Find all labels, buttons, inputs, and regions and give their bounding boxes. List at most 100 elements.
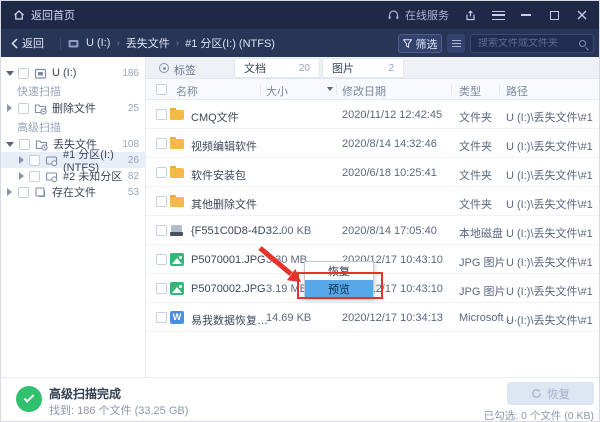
checkbox[interactable] [156,167,167,178]
column-header-path[interactable]: 路径 [506,83,528,99]
feedback-button[interactable] [463,8,477,22]
minimize-button[interactable] [519,8,533,22]
file-path: U (I:)\丢失文件\#1 分… [506,225,596,241]
close-button[interactable] [575,8,589,22]
expand-arrow-icon[interactable] [19,172,24,180]
tree-item-partition2[interactable]: #2 未知分区 82 [1,168,146,184]
breadcrumb-drive[interactable]: U (I:) [86,37,110,49]
funnel-icon [403,39,412,48]
table-row[interactable]: 视频编辑软件 2020/8/14 14:32:46 文件夹 U (I:)\丢失文… [146,129,599,158]
view-mode-button[interactable] [447,34,465,53]
back-label: 返回 [22,35,44,51]
chevron-left-icon [11,38,18,49]
tree-item-existing-files[interactable]: 存在文件 53 [1,184,146,200]
breadcrumb-separator: › [116,38,119,49]
table-header: 名称 大小 修改日期 类型 路径 [146,79,599,100]
close-icon [577,10,587,20]
menu-button[interactable] [491,8,505,22]
maximize-button[interactable] [547,8,561,22]
folder-icon [170,137,184,150]
table-row[interactable]: 软件安装包 2020/6/18 10:25:41 文件夹 U (I:)\丢失文件… [146,158,599,187]
checkbox[interactable] [156,138,167,149]
breadcrumb: U (I:) › 丢失文件 › #1 分区(I:) (NTFS) [67,35,275,51]
checkbox[interactable] [18,103,29,114]
back-button[interactable]: 返回 [1,35,54,51]
filter-tab-strip: 标签 文档 20 图片 2 [146,57,599,79]
local-disk-icon [170,224,184,237]
column-header-date[interactable]: 修改日期 [342,83,386,99]
checkbox[interactable] [156,109,167,120]
filter-button[interactable]: 筛选 [398,34,442,53]
tree-item-label: 存在文件 [52,184,96,200]
tree-item-drive[interactable]: U (I:) 186 [1,65,146,81]
column-header-type[interactable]: 类型 [459,83,481,99]
checkbox[interactable] [29,155,40,166]
search-input[interactable] [471,38,579,49]
column-header-name[interactable]: 名称 [176,83,198,99]
breadcrumb-folder[interactable]: 丢失文件 [126,35,170,51]
table-row[interactable]: {F551C0D8-4D3… 32.00 KB 2020/8/14 17:05:… [146,216,599,245]
table-row[interactable]: CMQ文件 2020/11/12 12:42:45 文件夹 U (I:)\丢失文… [146,100,599,129]
collapse-arrow-icon[interactable] [6,71,14,76]
word-file-icon [170,311,184,324]
file-date: 2020/11/12 12:42:45 [342,109,442,121]
select-all-checkbox[interactable] [156,84,167,95]
table-row[interactable]: 易我数据恢复… 14.69 KB 2020/12/17 10:34:13 Mic… [146,303,599,332]
folder-icon [170,195,184,208]
file-path: U (I:)\丢失文件\#1 分… [506,254,596,270]
section-label: 快速扫描 [17,83,61,99]
file-type: 本地磁盘 [459,225,503,241]
file-name: 其他删除文件 [191,196,257,212]
annotation-arrow-icon [255,244,307,290]
expand-arrow-icon[interactable] [7,188,12,196]
breadcrumb-partition[interactable]: #1 分区(I:) (NTFS) [185,35,275,51]
tree-item-deleted-files[interactable]: 删除文件 25 [1,100,146,116]
scan-result-tree: U (I:) 186 快速扫描 删除文件 25 高级扫描 丢失文件 108 [1,57,146,377]
online-service-button[interactable]: 在线服务 [387,7,449,23]
checkbox[interactable] [29,171,40,182]
home-button[interactable]: 返回首页 [1,7,75,23]
lost-folder-icon [35,138,48,151]
file-path: U (I:)\丢失文件\#1 分… [506,196,596,212]
table-row[interactable]: 其他删除文件 文件夹 U (I:)\丢失文件\#1 分… [146,187,599,216]
checkbox[interactable] [156,196,167,207]
file-size: 32.00 KB [266,225,311,237]
tree-item-partition1[interactable]: #1 分区(I:) (NTFS) 26 [1,152,146,168]
existing-files-icon [34,186,47,199]
tab-label: 文档 [244,60,266,76]
recover-button[interactable]: 恢复 [507,382,594,405]
file-path: U (I:)\丢失文件\#1 分… [506,109,596,125]
expand-arrow-icon[interactable] [19,156,24,164]
file-type: JPG 图片 [459,254,505,270]
jpg-file-icon [170,253,184,266]
file-name: 软件安装包 [191,167,246,183]
search-icon[interactable] [579,40,586,47]
checkbox[interactable] [156,312,167,323]
list-view-icon [452,40,461,47]
checkbox[interactable] [156,254,167,265]
file-size: 14.69 KB [266,312,311,324]
checkbox[interactable] [156,225,167,236]
checkbox[interactable] [156,283,167,294]
tag-label[interactable]: 标签 [174,62,196,78]
tree-item-label: 删除文件 [52,100,96,116]
tab-pictures[interactable]: 图片 2 [323,59,403,77]
checkbox[interactable] [19,139,30,150]
file-type: 文件夹 [459,196,492,212]
section-quick-scan: 快速扫描 [1,83,146,99]
checkbox[interactable] [18,187,29,198]
breadcrumb-toolbar: 返回 U (I:) › 丢失文件 › #1 分区(I:) (NTFS) 筛选 [1,29,600,57]
tree-item-count: 186 [122,68,139,79]
expand-arrow-icon[interactable] [7,104,12,112]
search-box [470,34,594,53]
tab-documents[interactable]: 文档 20 [235,59,319,77]
column-header-size[interactable]: 大小 [266,83,288,99]
scan-status-title: 高级扫描完成 [49,385,121,402]
tree-item-count: 26 [128,155,139,166]
collapse-arrow-icon[interactable] [6,142,14,147]
sort-arrow-icon[interactable] [327,87,333,91]
recover-icon [531,388,542,399]
checkbox[interactable] [18,68,29,79]
file-date: 2020/8/14 14:32:46 [342,138,437,150]
toolbar-divider [60,37,61,50]
